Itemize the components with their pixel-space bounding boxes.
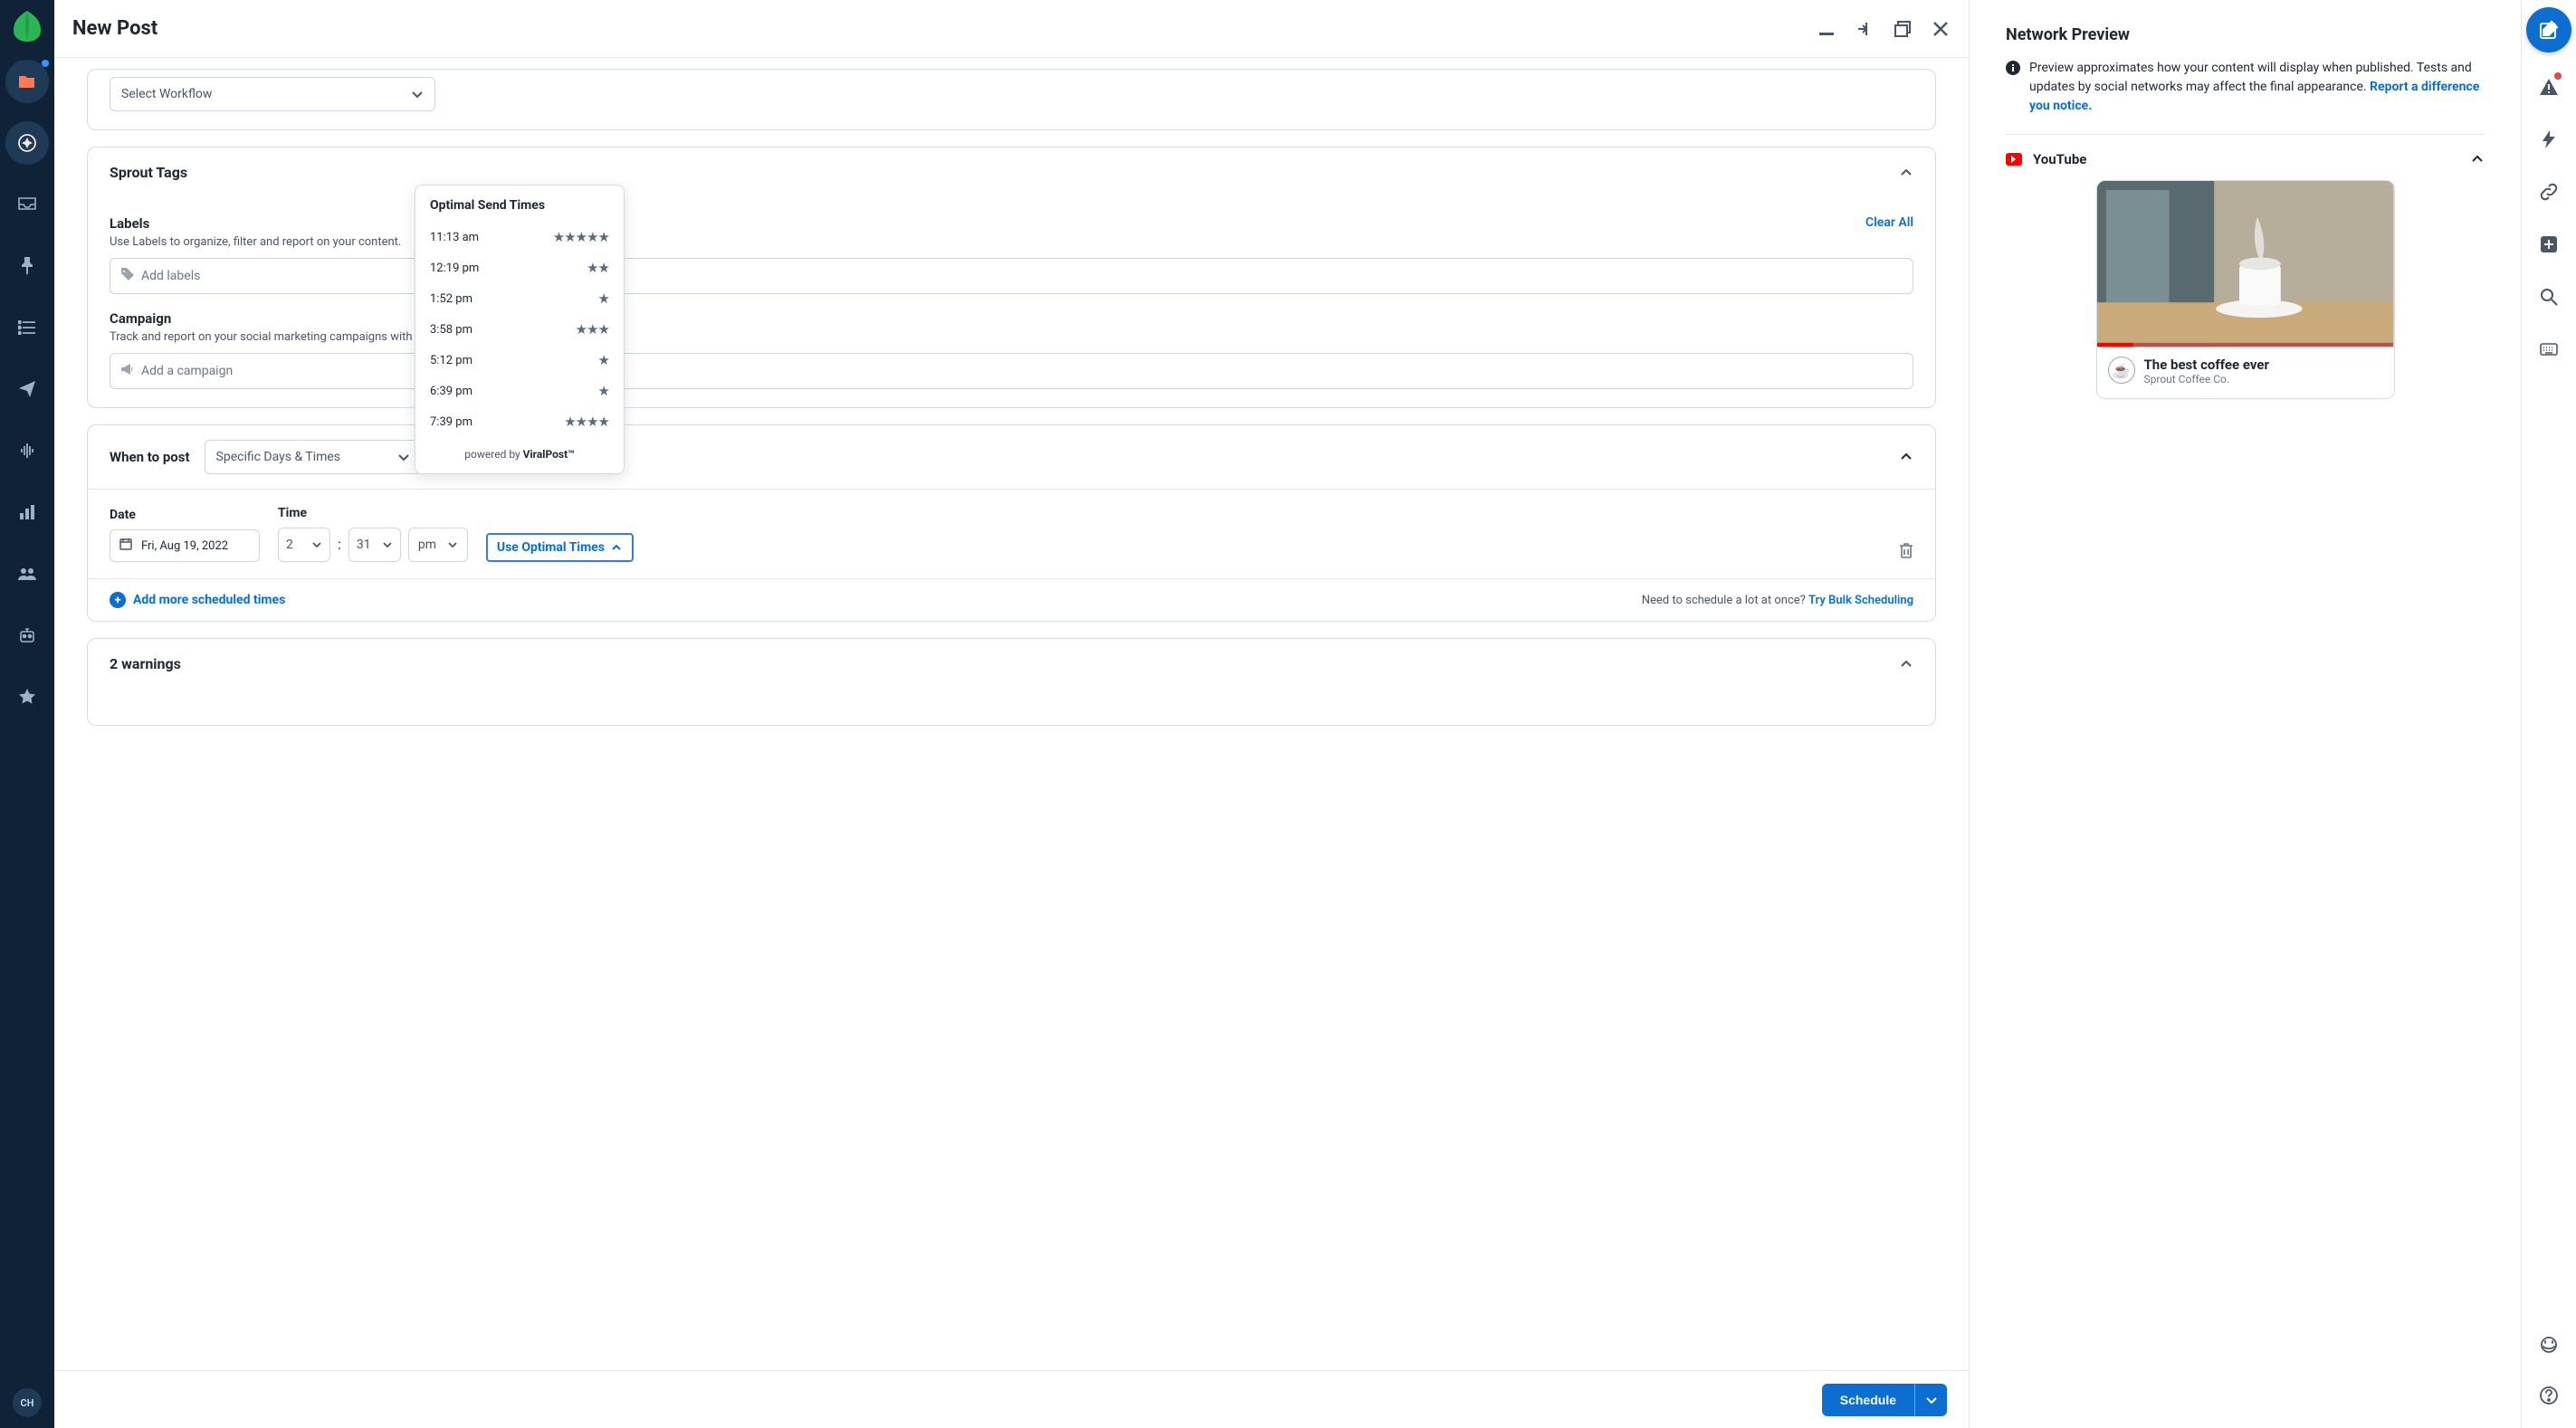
schedule-button[interactable]: Schedule <box>1822 1384 1914 1416</box>
info-icon <box>2006 61 2020 116</box>
nav-audio-icon[interactable] <box>5 429 49 472</box>
nav-pin-icon[interactable] <box>5 244 49 288</box>
optimal-time-item[interactable]: 1:52 pm★ <box>415 283 624 314</box>
star-rating: ★★★★★ <box>553 229 609 245</box>
date-picker[interactable]: Fri, Aug 19, 2022 <box>110 529 260 562</box>
campaign-title: Campaign <box>110 310 1913 327</box>
alerts-icon[interactable] <box>2531 69 2567 105</box>
date-label: Date <box>110 508 260 522</box>
bulk-note: Need to schedule a lot at once? Try Bulk… <box>1642 594 1913 607</box>
compose-footer: Schedule <box>54 1370 1969 1428</box>
workflow-placeholder: Select Workflow <box>121 87 212 101</box>
help-icon[interactable] <box>2531 1377 2567 1414</box>
link-icon[interactable] <box>2531 174 2567 210</box>
preview-info: Preview approximates how your content wi… <box>2006 59 2485 135</box>
minute-select[interactable]: 31 <box>348 528 401 562</box>
minimize-icon[interactable] <box>1817 19 1837 39</box>
labels-help: Use Labels to organize, filter and repor… <box>110 235 401 249</box>
nav-reports-icon[interactable] <box>5 490 49 534</box>
preview-title: Network Preview <box>2006 25 2485 44</box>
when-to-post-label: When to post <box>110 449 190 465</box>
support-icon[interactable] <box>2531 1327 2567 1363</box>
calendar-icon <box>119 538 132 554</box>
video-title: The best coffee ever <box>2144 357 2269 373</box>
optimal-time-item[interactable]: 7:39 pm★★★★ <box>415 406 624 437</box>
schedule-collapse-icon[interactable] <box>1899 450 1913 464</box>
preview-panel: Network Preview Preview approximates how… <box>1970 0 2522 1428</box>
optimal-time-item[interactable]: 11:13 am★★★★★ <box>415 222 624 252</box>
ampm-select[interactable]: pm <box>408 528 468 562</box>
bolt-icon[interactable] <box>2531 121 2567 157</box>
keyboard-icon[interactable] <box>2531 331 2567 367</box>
close-icon[interactable] <box>1931 19 1951 39</box>
labels-input[interactable]: Add labels <box>110 258 1913 294</box>
channel-avatar: ☕ <box>2108 357 2135 384</box>
star-rating: ★★ <box>587 260 609 276</box>
workflow-card: Select Workflow <box>87 69 1936 130</box>
youtube-preview-card: ☕ The best coffee ever Sprout Coffee Co. <box>2096 180 2395 399</box>
nav-compass-icon[interactable] <box>5 121 49 165</box>
search-icon[interactable] <box>2531 279 2567 315</box>
channel-name: Sprout Coffee Co. <box>2144 373 2269 386</box>
nav-people-icon[interactable] <box>5 552 49 595</box>
workflow-select[interactable]: Select Workflow <box>110 77 435 111</box>
optimal-time-item[interactable]: 5:12 pm★ <box>415 345 624 376</box>
schedule-card: When to post Specific Days & Times Date … <box>87 424 1936 622</box>
network-accordion-header[interactable]: YouTube <box>2006 135 2485 180</box>
warnings-card: 2 warnings <box>87 638 1936 726</box>
tags-card: Sprout Tags Labels Use Labels to organiz… <box>87 147 1936 408</box>
warnings-accordion-header[interactable]: 2 warnings <box>88 639 1935 689</box>
optimal-times-popover: Optimal Send Times 11:13 am★★★★★12:19 pm… <box>415 185 625 474</box>
star-rating: ★★★ <box>576 321 609 338</box>
nav-bot-icon[interactable] <box>5 614 49 657</box>
star-rating: ★ <box>598 290 609 307</box>
popover-title: Optimal Send Times <box>415 186 624 222</box>
dock-right-icon[interactable] <box>1855 19 1875 39</box>
tag-icon <box>121 268 134 284</box>
labels-title: Labels <box>110 215 401 232</box>
megaphone-icon <box>121 363 134 379</box>
add-panel-icon[interactable] <box>2531 226 2567 262</box>
app-logo-icon <box>14 11 41 42</box>
compose-panel: New Post Select Workflow <box>54 0 1970 1428</box>
popover-footer: powered by ViralPost™ <box>415 437 624 473</box>
hour-select[interactable]: 2 <box>278 528 330 562</box>
delete-schedule-icon[interactable] <box>1899 542 1913 562</box>
compose-fab[interactable] <box>2526 7 2571 52</box>
user-avatar[interactable]: CH <box>13 1388 42 1417</box>
utility-rail <box>2522 0 2576 1428</box>
star-rating: ★ <box>598 383 609 399</box>
time-label: Time <box>278 506 468 520</box>
nav-inbox-icon[interactable] <box>5 183 49 226</box>
use-optimal-times-button[interactable]: Use Optimal Times <box>486 533 634 562</box>
add-more-times-link[interactable]: + Add more scheduled times <box>110 592 285 608</box>
star-rating: ★★★★ <box>564 414 609 430</box>
tags-accordion-header[interactable]: Sprout Tags <box>88 148 1935 197</box>
nav-send-icon[interactable] <box>5 367 49 411</box>
youtube-icon <box>2006 153 2022 166</box>
optimal-time-item[interactable]: 12:19 pm★★ <box>415 252 624 283</box>
star-rating: ★ <box>598 352 609 368</box>
campaign-help: Track and report on your social marketin… <box>110 330 1913 344</box>
main-nav: CH <box>0 0 54 1428</box>
clear-all-link[interactable]: Clear All <box>1865 215 1913 230</box>
windows-icon[interactable] <box>1893 19 1913 39</box>
nav-list-icon[interactable] <box>5 306 49 349</box>
campaign-input[interactable]: Add a campaign <box>110 353 1913 389</box>
nav-star-icon[interactable] <box>5 675 49 719</box>
page-title: New Post <box>72 17 157 40</box>
compose-header: New Post <box>54 0 1969 58</box>
nav-folder-icon[interactable] <box>5 60 49 103</box>
when-to-post-select[interactable]: Specific Days & Times <box>205 440 422 474</box>
video-thumbnail <box>2097 181 2394 347</box>
schedule-split-button[interactable] <box>1914 1384 1947 1416</box>
plus-circle-icon: + <box>110 592 126 608</box>
optimal-time-item[interactable]: 6:39 pm★ <box>415 376 624 406</box>
bulk-scheduling-link[interactable]: Try Bulk Scheduling <box>1808 594 1913 607</box>
optimal-time-item[interactable]: 3:58 pm★★★ <box>415 314 624 345</box>
